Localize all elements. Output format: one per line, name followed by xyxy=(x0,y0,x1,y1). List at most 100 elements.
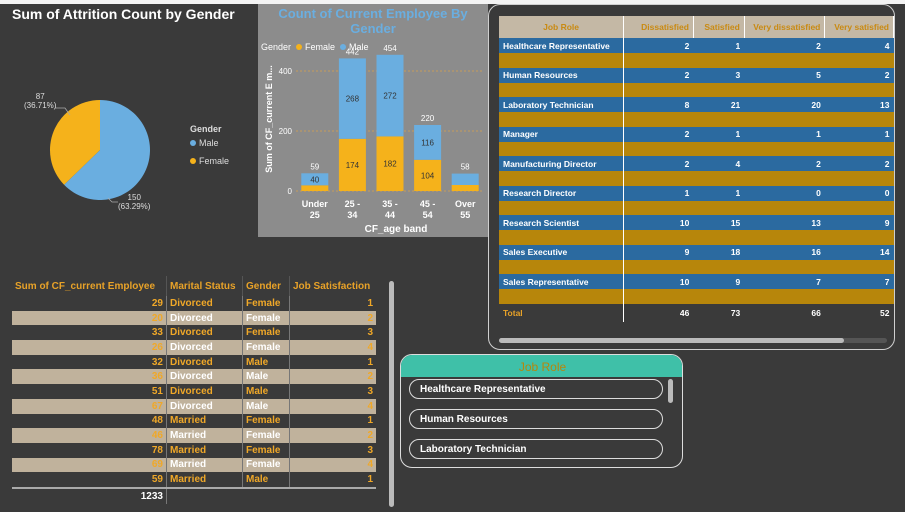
matrix-header-job-role[interactable]: Job Role xyxy=(499,16,625,38)
matrix-row[interactable]: Healthcare Representative 2 1 2 4 xyxy=(499,38,894,53)
matrix-row[interactable]: Research Scientist 10 15 13 9 xyxy=(499,215,894,230)
detail-header-employee[interactable]: Sum of CF_current Employee xyxy=(12,276,167,296)
detail-cell-gender: Male xyxy=(242,472,290,488)
detail-row[interactable]: 78 Married Female 3 xyxy=(12,442,376,458)
matrix-row[interactable]: Manager 2 1 1 1 xyxy=(499,126,894,142)
detail-total-value: 1233 xyxy=(12,486,167,504)
matrix-row[interactable]: Research Director 1 1 0 0 xyxy=(499,185,894,201)
detail-row[interactable]: 33 Divorced Female 3 xyxy=(12,325,376,341)
x-tick-label: 44 xyxy=(385,210,395,220)
x-tick-label: Under xyxy=(302,199,329,209)
detail-row[interactable]: 51 Divorced Male 3 xyxy=(12,384,376,399)
detail-row[interactable]: 48 Married Female 1 xyxy=(12,413,376,429)
detail-cell-employee: 32 xyxy=(12,354,167,370)
matrix-cell-very-dissatisfied: 5 xyxy=(744,67,825,83)
y-tick-label: 200 xyxy=(279,127,293,136)
bar-total-label: 454 xyxy=(383,44,397,53)
matrix-row-spacer xyxy=(499,82,894,97)
pie-label-male: 150 (63.29%) xyxy=(118,193,151,211)
matrix-row[interactable]: Manufacturing Director 2 4 2 2 xyxy=(499,156,894,171)
matrix-hscroll-track[interactable] xyxy=(499,338,887,343)
matrix-header-very-dissatisfied[interactable]: Very dissatisfied xyxy=(744,16,826,38)
detail-vscroll[interactable] xyxy=(389,281,394,507)
detail-row[interactable]: 67 Divorced Male 4 xyxy=(12,398,376,414)
matrix-row[interactable]: Laboratory Technician 8 21 20 13 xyxy=(499,97,894,112)
matrix-row-spacer xyxy=(499,289,894,304)
matrix-cell-dissatisfied: 2 xyxy=(623,156,694,171)
matrix-cell-very-dissatisfied: 0 xyxy=(744,185,825,201)
bar-female-label: 104 xyxy=(421,171,435,180)
matrix-cell-very-dissatisfied: 2 xyxy=(744,38,825,53)
pie-label-female: 87 (36.71%) xyxy=(24,92,57,110)
matrix-cell-dissatisfied: 10 xyxy=(623,215,694,230)
matrix-header-very-satisfied[interactable]: Very satisfied xyxy=(824,16,894,38)
matrix-cell-dissatisfied: 2 xyxy=(623,67,694,83)
matrix-cell-satisfied: 1 xyxy=(693,126,745,142)
detail-cell-marital: Married xyxy=(166,442,243,458)
matrix-total-very-dissatisfied: 66 xyxy=(744,303,825,322)
matrix-panel[interactable]: Job Role Dissatisfied Satisfied Very dis… xyxy=(488,4,895,350)
matrix-row-spacer xyxy=(499,200,894,215)
pie-legend-female[interactable]: Female xyxy=(190,156,229,166)
job-role-slicer: Job Role Healthcare Representative Human… xyxy=(400,354,683,468)
matrix-row[interactable]: Sales Executive 9 18 16 14 xyxy=(499,244,894,260)
matrix-row[interactable]: Sales Representative 10 9 7 7 xyxy=(499,274,894,289)
detail-row[interactable]: 32 Divorced Male 1 xyxy=(12,354,376,370)
detail-row[interactable]: 36 Divorced Male 2 xyxy=(12,369,376,385)
slicer-vscroll[interactable] xyxy=(668,379,673,403)
detail-row[interactable]: 29 Divorced Female 1 xyxy=(12,296,376,311)
detail-row[interactable]: 26 Divorced Female 4 xyxy=(12,340,376,355)
detail-cell-job-satisfaction: 4 xyxy=(289,398,376,414)
detail-cell-employee: 78 xyxy=(12,442,167,458)
detail-cell-marital: Married xyxy=(166,413,243,429)
x-axis-label: CF_age band xyxy=(365,224,428,235)
detail-cell-marital: Divorced xyxy=(166,384,243,399)
detail-cell-employee: 67 xyxy=(12,398,167,414)
slicer-item-human-resources[interactable]: Human Resources xyxy=(409,409,663,429)
slicer-item-healthcare[interactable]: Healthcare Representative xyxy=(409,379,663,399)
pie-chart-title: Sum of Attrition Count by Gender xyxy=(12,6,235,22)
matrix-total-very-satisfied: 52 xyxy=(824,303,894,322)
matrix-cell-satisfied: 4 xyxy=(693,156,745,171)
detail-cell-gender: Male xyxy=(242,354,290,370)
detail-row[interactable]: 69 Married Female 4 xyxy=(12,457,376,473)
detail-cell-gender: Male xyxy=(242,398,290,414)
detail-cell-employee: 36 xyxy=(12,369,167,385)
matrix-cell-very-dissatisfied: 7 xyxy=(744,274,825,289)
matrix-row[interactable]: Human Resources 2 3 5 2 xyxy=(499,67,894,83)
bar-female-label: 182 xyxy=(383,160,397,169)
matrix-hscroll-thumb[interactable] xyxy=(499,338,844,343)
matrix-header-satisfied[interactable]: Satisfied xyxy=(693,16,745,38)
bar-total-label: 59 xyxy=(310,162,319,171)
legend-label-male: Male xyxy=(199,138,219,148)
matrix-cell-dissatisfied: 9 xyxy=(623,244,694,260)
matrix-cell-dissatisfied: 8 xyxy=(623,97,694,112)
detail-cell-marital: Divorced xyxy=(166,354,243,370)
detail-cell-marital: Divorced xyxy=(166,325,243,341)
detail-header-marital[interactable]: Marital Status xyxy=(166,276,243,296)
detail-row[interactable]: 20 Divorced Female 2 xyxy=(12,310,376,326)
bar-male-label: 268 xyxy=(346,95,360,104)
detail-cell-job-satisfaction: 1 xyxy=(367,297,373,309)
matrix-cell-role: Laboratory Technician xyxy=(499,97,625,112)
matrix-header-dissatisfied[interactable]: Dissatisfied xyxy=(623,16,694,38)
matrix-cell-very-dissatisfied: 1 xyxy=(744,126,825,142)
detail-header-job-satisfaction[interactable]: Job Satisfaction xyxy=(290,276,377,296)
bar-male-label: 40 xyxy=(310,175,319,184)
bar-total-label: 220 xyxy=(421,114,435,123)
pie-legend-male[interactable]: Male xyxy=(190,138,219,148)
detail-cell-marital: Divorced xyxy=(166,296,243,311)
bar-female xyxy=(301,185,329,191)
x-tick-label: Over xyxy=(455,199,476,209)
detail-cell-marital: Married xyxy=(166,472,243,488)
pie-legend-title: Gender xyxy=(190,124,222,134)
matrix-cell-very-dissatisfied: 2 xyxy=(744,156,825,171)
detail-cell-job-satisfaction: 1 xyxy=(367,415,373,427)
detail-table: Sum of CF_current Employee Marital Statu… xyxy=(12,276,376,504)
detail-row[interactable]: 46 Married Female 2 xyxy=(12,428,376,443)
slicer-item-lab-technician[interactable]: Laboratory Technician xyxy=(409,439,663,459)
detail-header-gender[interactable]: Gender xyxy=(242,276,290,296)
detail-row[interactable]: 59 Married Male 1 xyxy=(12,472,376,488)
bar-male-label: 116 xyxy=(421,138,434,147)
bar-chart-panel[interactable]: Count of Current Employee By Gender Gende… xyxy=(258,4,488,237)
